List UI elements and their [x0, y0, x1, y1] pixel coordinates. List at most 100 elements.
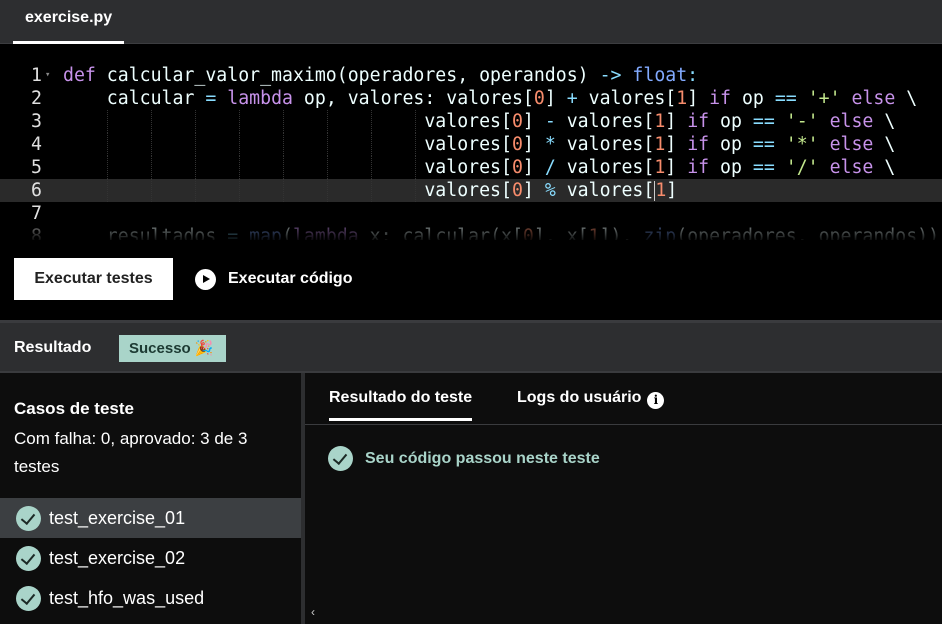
code-token: valores[	[577, 88, 677, 109]
code-token: ]	[687, 88, 710, 109]
code-token: ]	[665, 157, 688, 178]
code-token: 1	[655, 180, 667, 201]
test-cases-summary: Com falha: 0, aprovado: 3 de 3 testes	[14, 429, 248, 476]
code-line[interactable]: 1 ▾ def calcular_valor_maximo(operadores, …	[0, 64, 942, 87]
code-token: \	[873, 111, 896, 132]
result-header: Resultado Sucesso 🎉	[0, 320, 942, 373]
code-token: ->	[599, 65, 622, 86]
code-token: +	[566, 88, 578, 109]
code-token: '/'	[785, 157, 819, 178]
code-token: valores[	[63, 180, 512, 201]
code-line[interactable]: 5 valores[0] / valores[1] if op == '/' e…	[0, 156, 942, 179]
status-badge: Sucesso 🎉	[119, 335, 226, 362]
run-code-label: Executar código	[228, 270, 353, 287]
code-token: ==	[774, 88, 797, 109]
code-token: valores[	[555, 111, 655, 132]
line-number: 3	[31, 111, 42, 132]
test-cases-panel: Casos de teste Com falha: 0, aprovado: 3…	[0, 373, 301, 624]
code-token: 0	[533, 88, 545, 109]
info-icon[interactable]: i	[647, 392, 665, 409]
code-token: ==	[752, 157, 775, 178]
tab-user-logs[interactable]: Logs do usuário i	[517, 389, 665, 409]
code-token: =	[205, 88, 217, 109]
code-token: \	[873, 157, 896, 178]
code-token: valores[	[63, 157, 512, 178]
code-line[interactable]: 4 valores[0] * valores[1] if op == '*' e…	[0, 133, 942, 156]
code-token: if	[687, 157, 710, 178]
code-token: -	[544, 111, 556, 132]
file-tab-exercise[interactable]: exercise.py	[13, 0, 125, 44]
result-title: Resultado	[14, 339, 92, 356]
code-token: if	[687, 111, 710, 132]
fold-arrow-icon[interactable]: ▾	[45, 64, 50, 87]
tab-test-result[interactable]: Resultado do teste	[329, 389, 473, 421]
scroll-fade	[0, 222, 942, 240]
code-token: else	[829, 134, 874, 155]
test-case-label: test_hfo_was_used	[49, 587, 205, 608]
code-token: 0	[511, 180, 523, 201]
code-text: valores[0] / valores[1] if op == '/' els…	[63, 156, 895, 179]
test-case-item[interactable]: test_exercise_02	[0, 538, 301, 578]
code-token: calcular_valor_maximo(operadores, operan…	[95, 65, 600, 86]
file-tab-bar: exercise.py	[0, 0, 942, 44]
run-tests-button[interactable]: Executar testes	[14, 258, 173, 300]
code-token: valores[	[63, 111, 512, 132]
code-token: *	[544, 134, 556, 155]
run-code-button[interactable]: Executar código	[195, 266, 352, 292]
code-token: ]	[522, 111, 545, 132]
code-token: op	[731, 88, 775, 109]
code-line[interactable]: 3 valores[0] - valores[1] if op == '-' e…	[0, 110, 942, 133]
code-text: valores[0] - valores[1] if op == '-' els…	[63, 110, 895, 133]
code-token: ]	[522, 134, 545, 155]
test-case-item[interactable]: test_hfo_was_used	[0, 578, 301, 618]
check-circle-icon	[328, 446, 353, 471]
code-token: 1	[676, 88, 688, 109]
check-circle-icon	[16, 545, 41, 571]
line-number: 2	[31, 88, 42, 109]
code-token: else	[851, 88, 896, 109]
code-token: lambda	[227, 88, 293, 109]
test-cases-title: Casos de teste	[14, 399, 134, 418]
test-case-item[interactable]: test_exercise_01	[0, 498, 301, 538]
code-line[interactable]: 2 calcular = lambda op, valores: valores…	[0, 87, 942, 110]
code-token: \	[873, 134, 896, 155]
code-token: :	[687, 65, 699, 86]
code-line[interactable]: 6 valores[0] % valores[1]	[0, 179, 942, 202]
code-token: 1	[654, 157, 666, 178]
test-detail-panel: Resultado do teste Logs do usuário i Seu …	[305, 373, 942, 624]
line-number: 1	[31, 65, 42, 86]
code-editor[interactable]: 1 ▾ def calcular_valor_maximo(operadores, …	[0, 44, 942, 240]
code-token: 0	[511, 157, 523, 178]
code-token: ==	[752, 134, 775, 155]
code-token: op, valores: valores[	[292, 88, 534, 109]
code-token: \	[895, 88, 918, 109]
code-token: if	[709, 88, 732, 109]
code-token: calcular	[63, 88, 206, 109]
code-token: /	[544, 157, 556, 178]
code-token: ]	[522, 180, 545, 201]
code-token: %	[544, 180, 556, 201]
code-token: op	[709, 134, 753, 155]
line-number: 6	[31, 180, 42, 201]
code-token: valores[	[555, 180, 655, 201]
code-token: else	[829, 111, 874, 132]
code-text: valores[0] * valores[1] if op == '*' els…	[63, 133, 895, 156]
check-circle-icon	[16, 505, 41, 531]
check-circle-icon	[16, 585, 41, 611]
collapse-panel-button[interactable]: ‹	[311, 605, 315, 619]
code-token: ]	[665, 134, 688, 155]
code-token: valores[	[555, 134, 655, 155]
code-token: float	[632, 65, 688, 86]
pass-message: Seu código passou neste teste	[328, 446, 600, 471]
play-icon	[195, 268, 216, 290]
